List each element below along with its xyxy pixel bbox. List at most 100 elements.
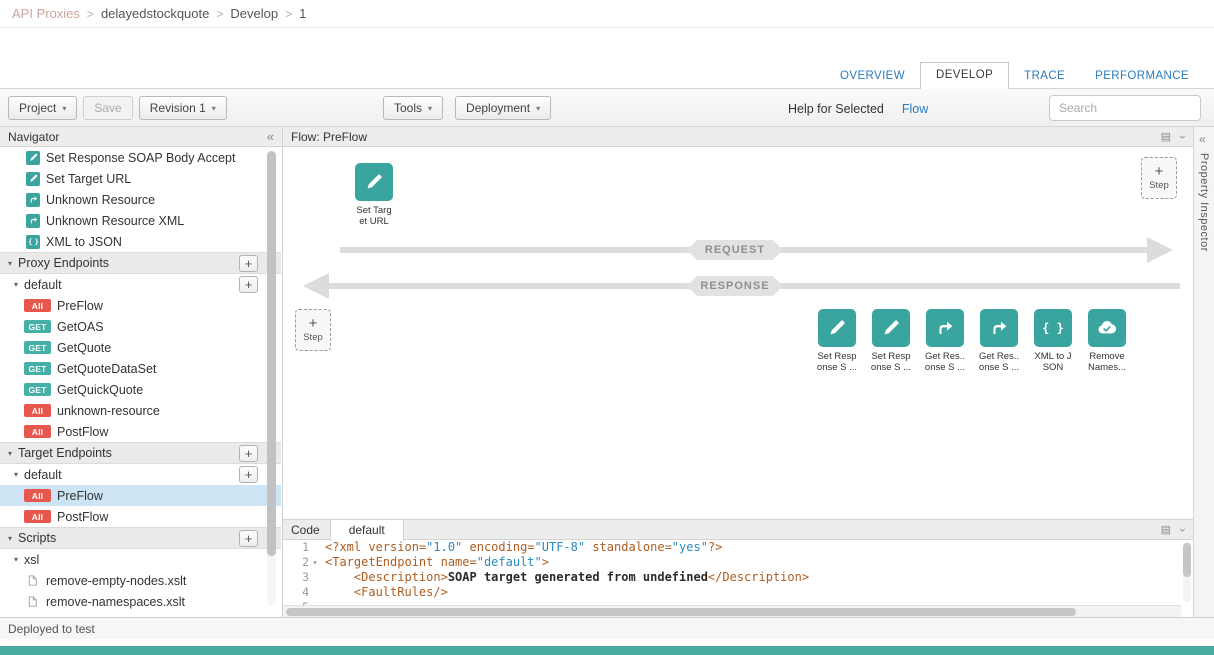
save-button[interactable]: Save [83, 96, 132, 120]
pencil-icon[interactable] [872, 309, 910, 347]
breadcrumb-item-develop[interactable]: Develop [230, 6, 278, 21]
tab-develop[interactable]: DEVELOP [920, 62, 1009, 89]
deployment-menu-button[interactable]: Deployment ▾ [455, 96, 551, 120]
scrollbar-thumb[interactable] [286, 608, 1076, 616]
fold-marker[interactable]: ▾ [309, 555, 321, 570]
panel-layout-icon[interactable]: ▤ [1161, 130, 1171, 143]
nav-flow-postflow[interactable]: AllPostFlow [0, 506, 281, 527]
nav-label: PreFlow [57, 489, 103, 503]
nav-label: GetQuoteDataSet [57, 362, 156, 376]
add-step-button[interactable]: + Step [295, 309, 331, 351]
nav-section-scripts[interactable]: ▾Scripts+ [0, 527, 281, 549]
nav-policy-unknown-resource[interactable]: Unknown Resource [0, 189, 281, 210]
cloud-check-icon[interactable] [1088, 309, 1126, 347]
caret-down-icon: ▾ [14, 470, 18, 479]
step-label: onse S ... [864, 362, 918, 373]
nav-group-default[interactable]: ▾default+ [0, 274, 281, 295]
flow-step-get-res-onse-s[interactable]: Get Res..onse S ... [972, 309, 1026, 373]
callout-icon [26, 193, 40, 207]
file-icon [26, 595, 40, 609]
callout-icon[interactable] [980, 309, 1018, 347]
method-badge: GET [24, 383, 51, 396]
code-horizontal-scrollbar[interactable] [283, 605, 1181, 617]
scrollbar-thumb[interactable] [1183, 543, 1191, 577]
navigator-scrollbar[interactable] [267, 151, 276, 606]
tab-performance[interactable]: PERFORMANCE [1080, 63, 1204, 89]
expand-property-inspector-icon[interactable]: « [1199, 132, 1206, 146]
tab-overview[interactable]: OVERVIEW [825, 63, 920, 89]
nav-policy-xml-to-json[interactable]: { }XML to JSON [0, 231, 281, 252]
add-button[interactable]: + [239, 276, 258, 293]
callout-icon[interactable] [926, 309, 964, 347]
nav-flow-postflow[interactable]: AllPostFlow [0, 421, 281, 442]
nav-flow-getquote[interactable]: GETGetQuote [0, 337, 281, 358]
nav-file-remove-empty-nodes-xslt[interactable]: remove-empty-nodes.xslt [0, 570, 281, 591]
nav-policy-set-target-url[interactable]: Set Target URL [0, 168, 281, 189]
flow-step-remove-names[interactable]: RemoveNames... [1080, 309, 1134, 373]
code-text: <FaultRules/> [321, 585, 448, 600]
add-button[interactable]: + [239, 255, 258, 272]
add-step-button[interactable]: + Step [1141, 157, 1177, 199]
deployment-menu-label: Deployment [466, 101, 530, 115]
nav-flow-getquickquote[interactable]: GET GetQuickQuote [0, 379, 281, 400]
pencil-icon[interactable] [355, 163, 393, 201]
flow-step-set-targ-et-url[interactable]: Set Target URL [347, 163, 401, 227]
flow-header-icons: ▤ › [1161, 130, 1185, 144]
code-text: <Description>SOAP target generated from … [321, 570, 809, 585]
pencil-icon[interactable] [818, 309, 856, 347]
code-tab-default[interactable]: default [330, 520, 404, 541]
breadcrumb-item-api-proxies[interactable]: API Proxies [12, 6, 80, 21]
property-inspector-strip: « Property Inspector [1193, 127, 1214, 617]
panel-layout-icon[interactable]: ▤ [1161, 523, 1171, 536]
collapse-panel-icon[interactable]: › [1176, 135, 1190, 139]
bottom-accent-bar [0, 646, 1214, 655]
step-label: Get Res.. [918, 351, 972, 362]
breadcrumb-separator: > [285, 7, 292, 21]
nav-label: Set Response SOAP Body Accept [46, 151, 235, 165]
scrollbar-thumb[interactable] [267, 151, 276, 556]
add-button[interactable]: + [239, 466, 258, 483]
add-button[interactable]: + [239, 530, 258, 547]
flow-step-set-resp-onse-s[interactable]: Set Response S ... [864, 309, 918, 373]
nav-group-xsl[interactable]: ▾xsl [0, 549, 281, 570]
add-button[interactable]: + [239, 445, 258, 462]
flow-step-xml-to-j-son[interactable]: { }XML to JSON [1026, 309, 1080, 373]
flow-panel: Flow: PreFlow ▤ › Set Target URL + Step … [283, 127, 1193, 519]
nav-file-remove-namespaces-xslt[interactable]: remove-namespaces.xslt [0, 591, 281, 612]
nav-flow-getquotedataset[interactable]: GETGetQuoteDataSet [0, 358, 281, 379]
step-label: SON [1026, 362, 1080, 373]
breadcrumb: API Proxies>delayedstockquote>Develop>1 [0, 0, 1214, 28]
add-step-label: Step [303, 332, 323, 343]
collapse-panel-icon[interactable]: › [1176, 528, 1190, 532]
nav-label: unknown-resource [57, 404, 160, 418]
braces-icon[interactable]: { } [1034, 309, 1072, 347]
flow-help-link[interactable]: Flow [902, 102, 928, 116]
breadcrumb-item-delayedstockquote[interactable]: delayedstockquote [101, 6, 209, 21]
flow-step-get-res-onse-s[interactable]: Get Res..onse S ... [918, 309, 972, 373]
step-label: et URL [347, 216, 401, 227]
braces-glyph: { } [1042, 321, 1064, 335]
collapse-navigator-icon[interactable]: « [267, 129, 274, 144]
nav-flow-preflow[interactable]: AllPreFlow [0, 485, 281, 506]
nav-section-target-endpoints[interactable]: ▾Target Endpoints+ [0, 442, 281, 464]
view-tabs: OVERVIEWDEVELOPTRACEPERFORMANCE [825, 62, 1204, 89]
code-header: Code default ▤ › [283, 520, 1193, 540]
nav-policy-set-response-soap-body-accept[interactable]: Set Response SOAP Body Accept [0, 147, 281, 168]
flow-step-set-resp-onse-s[interactable]: Set Response S ... [810, 309, 864, 373]
revision-menu-button[interactable]: Revision 1 ▾ [139, 96, 227, 120]
nav-policy-unknown-resource-xml[interactable]: Unknown Resource XML [0, 210, 281, 231]
nav-flow-unknown-resource[interactable]: Allunknown-resource [0, 400, 281, 421]
breadcrumb-item-1[interactable]: 1 [299, 6, 306, 21]
nav-label: GetQuickQuote [57, 383, 143, 397]
caret-down-icon: ▾ [14, 555, 18, 564]
nav-group-default[interactable]: ▾default+ [0, 464, 281, 485]
tools-menu-button[interactable]: Tools ▾ [383, 96, 443, 120]
nav-label: default [24, 278, 62, 292]
code-vertical-scrollbar[interactable] [1183, 542, 1191, 602]
tab-trace[interactable]: TRACE [1009, 63, 1080, 89]
search-input[interactable] [1049, 95, 1201, 121]
project-menu-button[interactable]: Project ▾ [8, 96, 77, 120]
nav-flow-getoas[interactable]: GETGetOAS [0, 316, 281, 337]
nav-flow-preflow[interactable]: AllPreFlow [0, 295, 281, 316]
nav-section-proxy-endpoints[interactable]: ▾Proxy Endpoints+ [0, 252, 281, 274]
